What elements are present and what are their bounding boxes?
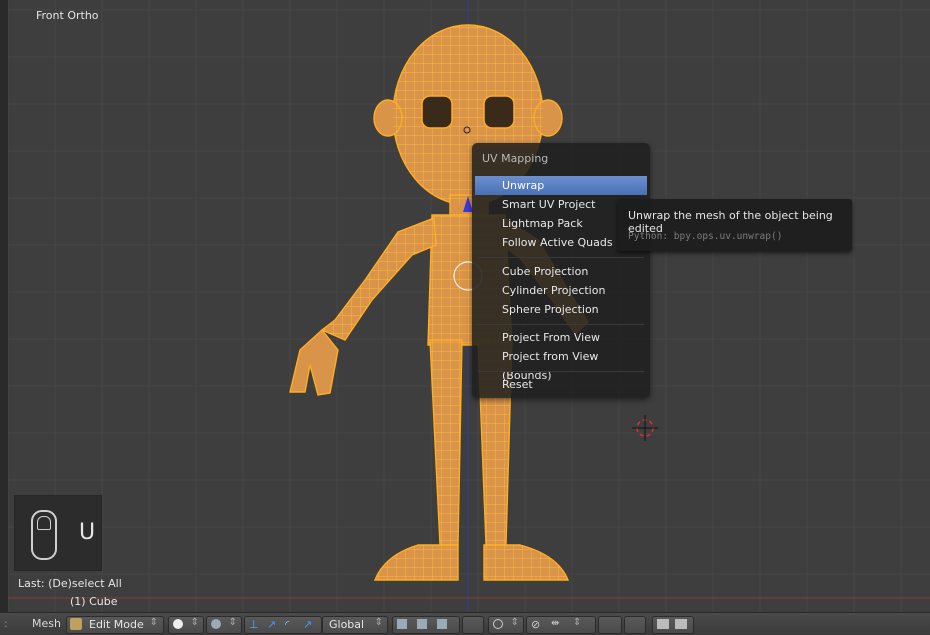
pivot-selector[interactable]: ⇕ <box>206 616 242 634</box>
snap-element-icon: ⇹ <box>551 618 560 629</box>
pivot-icon <box>211 619 221 629</box>
mouse-icon <box>31 510 57 560</box>
uv-mapping-menu: UV Mapping Unwrap Smart UV Project Light… <box>472 143 650 398</box>
menu-item-sphere-projection[interactable]: Sphere Projection <box>475 300 647 319</box>
snap-buttons[interactable]: ⊘ ⇹ ⇕ <box>526 616 596 634</box>
manipulator-toggle-icon: ⊥ <box>249 618 259 631</box>
view-name-label: Front Ortho <box>36 9 99 22</box>
camera-icon <box>657 619 669 629</box>
shading-selector[interactable]: ⇕ <box>168 616 204 634</box>
rotate-icon: ◜ <box>285 618 290 631</box>
orientation-selector[interactable]: Global ⇕ <box>322 616 388 634</box>
mode-selector[interactable]: Edit Mode ⇕ <box>66 616 164 634</box>
translate-icon: ↗ <box>267 618 277 631</box>
snap-icon: ⊘ <box>531 618 541 631</box>
unwrap-tooltip: Unwrap the mesh of the object being edit… <box>618 199 852 251</box>
menu-item-cylinder-projection[interactable]: Cylinder Projection <box>475 281 647 300</box>
tooltip-python: Python: bpy.ops.uv.unwrap() <box>628 231 783 242</box>
clapboard-icon <box>675 619 687 629</box>
edit-mode-icon <box>70 618 82 630</box>
scale-icon: ↗ <box>303 618 313 631</box>
updown-arrows-icon: ⇕ <box>190 617 199 628</box>
menu-title: UV Mapping <box>482 152 549 165</box>
menu-separator <box>478 371 644 372</box>
vertex-select-icon <box>397 619 407 629</box>
toolshelf-edge[interactable] <box>0 0 8 612</box>
face-select-icon <box>437 619 447 629</box>
menu-item-unwrap[interactable]: Unwrap <box>475 176 647 195</box>
manipulator-buttons[interactable]: ⊥ ↗ ◜ ↗ <box>244 616 322 634</box>
render-buttons[interactable] <box>652 616 694 634</box>
menu-separator <box>478 324 644 325</box>
last-operator-label: Last: (De)select All <box>18 577 122 590</box>
solid-shading-icon <box>173 619 183 629</box>
snap-target-button[interactable] <box>598 616 622 634</box>
extra-button[interactable] <box>624 616 646 634</box>
menu-item-project-from-view-bounds[interactable]: Project from View (Bounds) <box>475 347 647 382</box>
orientation-label: Global <box>329 618 365 631</box>
updown-arrows-icon: ⇕ <box>510 617 519 628</box>
3d-viewport[interactable]: Front Ortho U Last: (De)select All (1) C… <box>0 0 930 612</box>
updown-arrows-icon: ⇕ <box>228 617 237 628</box>
pressed-key-label: U <box>79 520 96 545</box>
screencast-keys-overlay: U <box>14 495 102 571</box>
mesh-menu[interactable]: Mesh <box>32 617 61 630</box>
menu-item-reset[interactable]: Reset <box>475 375 647 394</box>
eye-left <box>421 95 453 129</box>
updown-arrows-icon: ⇕ <box>374 617 383 628</box>
3d-cursor[interactable] <box>632 415 658 441</box>
eye-right <box>483 95 515 129</box>
proportional-edit-selector[interactable]: ⇕ <box>488 616 524 634</box>
select-mode-buttons[interactable] <box>392 616 460 634</box>
menu-separator <box>478 257 644 258</box>
mode-label: Edit Mode <box>89 618 144 631</box>
object-info-label: (1) Cube <box>70 595 118 608</box>
header-scroll-edge: : <box>4 617 8 630</box>
edge-select-icon <box>417 619 427 629</box>
character-mesh[interactable] <box>0 0 930 612</box>
proportional-icon <box>493 619 503 629</box>
menu-item-project-from-view[interactable]: Project From View <box>475 328 647 347</box>
updown-arrows-icon: ⇕ <box>149 617 158 628</box>
viewport-header: : Mesh Edit Mode ⇕ ⇕ ⇕ ⊥ ↗ ◜ ↗ Global ⇕ … <box>0 612 930 635</box>
updown-arrows-icon: ⇕ <box>573 617 582 628</box>
menu-item-cube-projection[interactable]: Cube Projection <box>475 262 647 281</box>
occlude-geometry-button[interactable] <box>462 616 484 634</box>
